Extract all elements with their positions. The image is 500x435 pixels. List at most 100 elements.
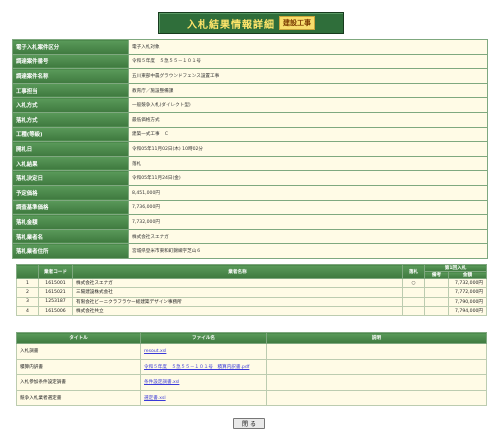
detail-value: 令和05年11月02日(木) 10時02分	[128, 141, 488, 157]
detail-label: 落札方式	[12, 111, 129, 128]
bidder-name: 株式会社共立	[72, 305, 403, 317]
doc-file-link[interactable]: 条件設定調書.xsl	[144, 380, 179, 385]
doc-file-link[interactable]: 令和５年度 ５急５５－１０１号 積算内訳書.pdf	[144, 365, 249, 370]
col-header-doc-title: タイトル	[16, 332, 141, 344]
doc-title: 競争入札業者選定書	[16, 389, 141, 407]
detail-table: 電子入札案件区分 電子入札対象 調達案件番号 令和５年度 ５急５５－１０１号 調達案…	[12, 39, 488, 259]
page-title: 入札結果情報詳細 建設工事	[158, 12, 344, 34]
bidder-code: 1615021	[38, 287, 73, 298]
bidder-remarks	[424, 277, 449, 289]
detail-label: 入札方式	[12, 97, 129, 113]
doc-title: 入札参加条件設定調書	[16, 374, 141, 391]
detail-value: 一般競争入札(ダイレクト型)	[128, 97, 488, 113]
doc-title: 積算内訳書	[16, 358, 141, 376]
table-row: 2 1615021 三陽建設株式会社 7,772,000円	[16, 287, 488, 298]
detail-row: 落札業者名 株式会社スエナガ	[12, 228, 488, 245]
detail-label: 予定価格	[12, 184, 129, 201]
table-row: 入札参加条件設定調書 条件設定調書.xsl	[16, 374, 487, 391]
detail-row: 電子入札案件区分 電子入札対象	[12, 39, 488, 55]
detail-row: 落札業者住所 宮城県登米市東和町錦織字芝山６	[12, 243, 488, 259]
doc-description	[266, 374, 487, 391]
detail-value: 株式会社スエナガ	[128, 228, 488, 245]
detail-label: 調査基準価格	[12, 199, 129, 216]
detail-label: 入札結果	[12, 155, 129, 172]
doc-file-link[interactable]: resout.xsl	[144, 349, 166, 354]
col-header-no	[16, 264, 39, 279]
detail-value: 令和５年度 ５急５５－１０１号	[128, 53, 488, 70]
detail-row: 調達案件名称 五川東部中農グラウンドフェンス設置工事	[12, 68, 488, 84]
detail-value: 落札	[128, 155, 488, 172]
detail-label: 調達案件名称	[12, 68, 129, 84]
col-header-remarks: 備考	[424, 271, 449, 279]
detail-label: 落札決定日	[12, 170, 129, 186]
bid-amount: 7,790,000円	[447, 296, 488, 307]
table-row: 4 1615006 株式会社共立 7,794,000円	[16, 305, 488, 317]
bidder-no: 3	[16, 296, 39, 307]
documents-table: タイトル ファイル名 説明 入札調書 resout.xsl 積算内訳書 令和５年…	[16, 332, 487, 407]
category-badge: 建設工事	[279, 16, 315, 30]
detail-value: 教育庁／施設整備課	[128, 82, 488, 99]
detail-row: 開札日 令和05年11月02日(木) 10時02分	[12, 141, 488, 157]
doc-file-link[interactable]: 選定書.xsl	[144, 396, 166, 401]
bidder-no: 1	[16, 277, 39, 289]
bid-amount: 7,772,000円	[447, 287, 488, 298]
close-button[interactable]: 閉 る	[233, 418, 265, 429]
doc-description	[266, 343, 487, 360]
award-mark	[402, 296, 425, 307]
detail-value: 最低価格方式	[128, 111, 488, 128]
detail-value: 五川東部中農グラウンドフェンス設置工事	[128, 68, 488, 84]
detail-row: 予定価格 8,451,000円	[12, 184, 488, 201]
detail-value: 8,451,000円	[128, 184, 488, 201]
detail-label: 落札金額	[12, 214, 129, 230]
bid-amount: 7,732,000円	[447, 277, 488, 289]
award-mark	[402, 287, 425, 298]
detail-value: 宮城県登米市東和町錦織字芝山６	[128, 243, 488, 259]
bidder-table: 業者コード 業者名称 落札 第1回入札 備考 金額 1 1615001 株式会社…	[16, 264, 488, 317]
table-row: 3 1253187 有限会社ビーニクラフラウー総建築デザイン事務所 7,790,…	[16, 296, 488, 307]
detail-label: 工種(等級)	[12, 126, 129, 143]
detail-row: 落札方式 最低価格方式	[12, 111, 488, 128]
detail-row: 調査基準価格 7,736,000円	[12, 199, 488, 216]
bidder-no: 4	[16, 305, 39, 317]
col-header-code: 業者コード	[38, 264, 73, 279]
col-header-award: 落札	[402, 264, 425, 279]
bidder-name: 株式会社スエナガ	[72, 277, 403, 289]
award-mark: ○	[402, 277, 425, 289]
detail-value: 令和05年11月24日(金)	[128, 170, 488, 186]
doc-title: 入札調書	[16, 343, 141, 360]
detail-label: 調達案件番号	[12, 53, 129, 70]
detail-label: 落札業者名	[12, 228, 129, 245]
bidder-remarks	[424, 305, 449, 317]
table-row: 積算内訳書 令和５年度 ５急５５－１０１号 積算内訳書.pdf	[16, 358, 487, 376]
detail-value: 7,736,000円	[128, 199, 488, 216]
table-row: 入札調書 resout.xsl	[16, 343, 487, 360]
detail-label: 落札業者住所	[12, 243, 129, 259]
col-header-amount: 金額	[447, 271, 488, 279]
detail-value: 建築一式工事 Ｃ	[128, 126, 488, 143]
detail-label: 電子入札案件区分	[12, 39, 129, 55]
bidder-code: 1615006	[38, 305, 73, 317]
detail-row: 工種(等級) 建築一式工事 Ｃ	[12, 126, 488, 143]
detail-row: 落札金額 7,732,000円	[12, 214, 488, 230]
detail-row: 落札決定日 令和05年11月24日(金)	[12, 170, 488, 186]
award-mark	[402, 305, 425, 317]
detail-value: 電子入札対象	[128, 39, 488, 55]
table-row: 競争入札業者選定書 選定書.xsl	[16, 389, 487, 407]
table-row: 1 1615001 株式会社スエナガ ○ 7,732,000円	[16, 277, 488, 289]
col-header-description: 説明	[266, 332, 487, 344]
bidder-remarks	[424, 287, 449, 298]
detail-label: 開札日	[12, 141, 129, 157]
detail-row: 入札結果 落札	[12, 155, 488, 172]
bidder-remarks	[424, 296, 449, 307]
bidder-name: 三陽建設株式会社	[72, 287, 403, 298]
col-header-name: 業者名称	[72, 264, 403, 279]
detail-row: 入札方式 一般競争入札(ダイレクト型)	[12, 97, 488, 113]
detail-label: 工事担当	[12, 82, 129, 99]
detail-row: 工事担当 教育庁／施設整備課	[12, 82, 488, 99]
bidder-code: 1253187	[38, 296, 73, 307]
bidder-no: 2	[16, 287, 39, 298]
doc-description	[266, 389, 487, 407]
col-header-round1: 第1回入札	[423, 264, 488, 272]
doc-description	[266, 358, 487, 376]
detail-row: 調達案件番号 令和５年度 ５急５５－１０１号	[12, 53, 488, 70]
